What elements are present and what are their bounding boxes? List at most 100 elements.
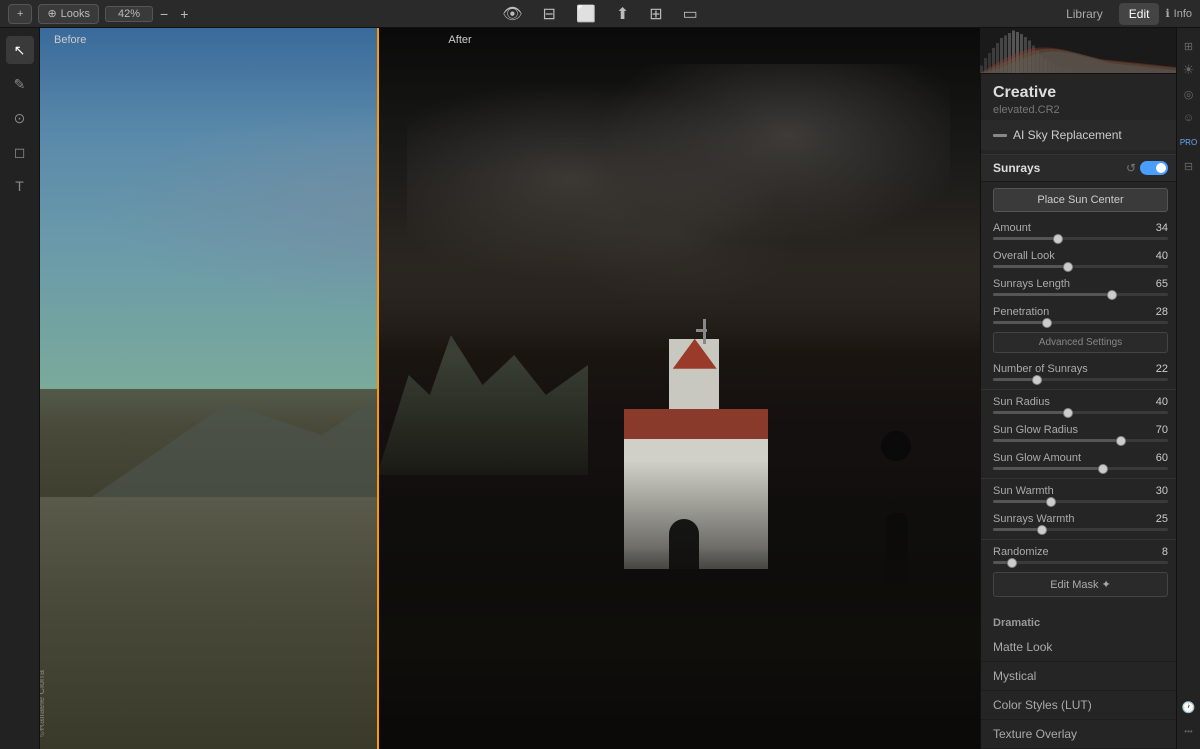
grid-button[interactable]: ⊞ [644,4,667,24]
text-tool[interactable]: T [6,172,34,200]
sun-radius-thumb[interactable] [1063,408,1073,418]
sun-radius-label: Sun Radius [993,396,1050,408]
stamp-tool[interactable]: ⊙ [6,104,34,132]
overall-look-value: 40 [1156,250,1168,262]
info-button[interactable]: ℹ Info [1165,7,1192,20]
sun-radius-fill [993,411,1063,414]
edit-mask-button[interactable]: Edit Mask ✦ [993,572,1168,597]
sunrays-header: Sunrays ↺ [981,154,1180,182]
retouch-icon-btn[interactable]: ◎ [1179,84,1199,104]
topbar-right: Library Edit ℹ Info [709,3,1192,25]
sun-radius-slider-row: Sun Radius 40 [981,394,1180,416]
layers-icon-btn[interactable]: ⊞ [1179,36,1199,56]
randomize-fill [993,561,1007,564]
eye-button[interactable]: 👁 [497,4,527,24]
sun-warmth-fill [993,500,1046,503]
amount-label: Amount [993,222,1031,234]
matte-look-item[interactable]: Matte Look [981,633,1180,662]
sunrays-warmth-fill [993,528,1037,531]
sunrays-length-track[interactable] [993,293,1168,296]
sun-warmth-track[interactable] [993,500,1168,503]
watermark: ©Raffaele Ciorra [40,670,46,737]
categories-list: Dramatic Matte Look Mystical Color Style… [981,609,1180,749]
export-button[interactable]: ⬆ [611,4,634,24]
reset-icon[interactable]: ↺ [1126,161,1136,175]
num-sunrays-value: 22 [1156,363,1168,375]
sunrays-warmth-label: Sunrays Warmth [993,513,1075,525]
panels-button[interactable]: ▭ [678,4,703,24]
compare-button[interactable]: ⊟ [538,4,561,24]
panel-area[interactable]: Creative elevated.CR2 AI Sky Replacement… [980,74,1180,749]
divider-3 [981,539,1180,540]
texture-overlay-item[interactable]: Texture Overlay [981,720,1180,749]
histogram-svg [980,28,1176,73]
advanced-settings-button[interactable]: Advanced Settings [993,332,1168,353]
amount-track[interactable] [993,237,1168,240]
library-tab[interactable]: Library [1056,3,1113,25]
edit-tab[interactable]: Edit [1119,3,1160,25]
eraser-tool[interactable]: ◻ [6,138,34,166]
histogram-area [980,28,1176,74]
crop-button[interactable]: ⬜ [571,4,601,24]
color-styles-item[interactable]: Color Styles (LUT) [981,691,1180,720]
history-icon-btn[interactable]: 🕐 [1179,697,1199,717]
amount-thumb[interactable] [1053,234,1063,244]
looks-label: Looks [61,8,90,20]
sun-warmth-thumb[interactable] [1046,497,1056,507]
sky-section-title: AI Sky Replacement [1013,128,1122,142]
topbar-center: 👁 ⊟ ⬜ ⬆ ⊞ ▭ [497,4,703,24]
zoom-display[interactable]: 42% [105,6,153,22]
penetration-fill [993,321,1042,324]
face-icon-btn[interactable]: ☺ [1179,108,1199,128]
add-button[interactable]: + [8,4,32,24]
sunrays-section: Sunrays ↺ Place Sun Center Amount 34 [981,154,1180,609]
sun-warmth-value: 30 [1156,485,1168,497]
amount-value: 34 [1156,222,1168,234]
randomize-thumb[interactable] [1007,558,1017,568]
sunrays-warmth-thumb[interactable] [1037,525,1047,535]
looks-icon: ⊕ [47,7,56,20]
sun-glow-amount-thumb[interactable] [1098,464,1108,474]
sky-replacement-header[interactable]: AI Sky Replacement [981,120,1180,150]
num-sunrays-track[interactable] [993,378,1168,381]
sun-glow-radius-label: Sun Glow Radius [993,424,1078,436]
place-sun-center-button[interactable]: Place Sun Center [993,188,1168,212]
sun-glow-amount-value: 60 [1156,452,1168,464]
sun-glow-amount-track[interactable] [993,467,1168,470]
overall-look-thumb[interactable] [1063,262,1073,272]
overall-look-track[interactable] [993,265,1168,268]
randomize-value: 8 [1162,546,1168,558]
penetration-track[interactable] [993,321,1168,324]
penetration-value: 28 [1156,306,1168,318]
sunrays-length-slider-row: Sunrays Length 65 [981,276,1180,298]
looks-button[interactable]: ⊕ Looks [38,4,99,24]
penetration-label: Penetration [993,306,1049,318]
layers2-icon-btn[interactable]: ⊟ [1179,156,1199,176]
cursor-tool[interactable]: ↖ [6,36,34,64]
sunrays-toggle[interactable] [1140,161,1168,175]
mystical-item[interactable]: Mystical [981,662,1180,691]
image-canvas[interactable]: ©Raffaele Ciorra [40,28,980,749]
divider-1 [981,389,1180,390]
penetration-slider-row: Penetration 28 [981,304,1180,326]
penetration-thumb[interactable] [1042,318,1052,328]
sun-glow-radius-slider-row: Sun Glow Radius 70 [981,422,1180,444]
sun-effects-icon[interactable]: ☀ [1179,60,1199,80]
sunrays-warmth-track[interactable] [993,528,1168,531]
sun-glow-radius-track[interactable] [993,439,1168,442]
zoom-out-button[interactable]: − [155,4,173,24]
randomize-track[interactable] [993,561,1168,564]
brush-tool[interactable]: ✎ [6,70,34,98]
more-icon-btn[interactable]: ••• [1179,721,1199,741]
num-sunrays-thumb[interactable] [1032,375,1042,385]
overall-look-slider-row: Overall Look 40 [981,248,1180,270]
split-line[interactable] [377,28,379,749]
sunrays-length-thumb[interactable] [1107,290,1117,300]
image-after [377,28,980,749]
sunrays-length-fill [993,293,1107,296]
before-photo [40,28,377,749]
overall-look-fill [993,265,1063,268]
sun-glow-radius-thumb[interactable] [1116,436,1126,446]
sun-radius-track[interactable] [993,411,1168,414]
zoom-in-button[interactable]: + [175,4,193,24]
